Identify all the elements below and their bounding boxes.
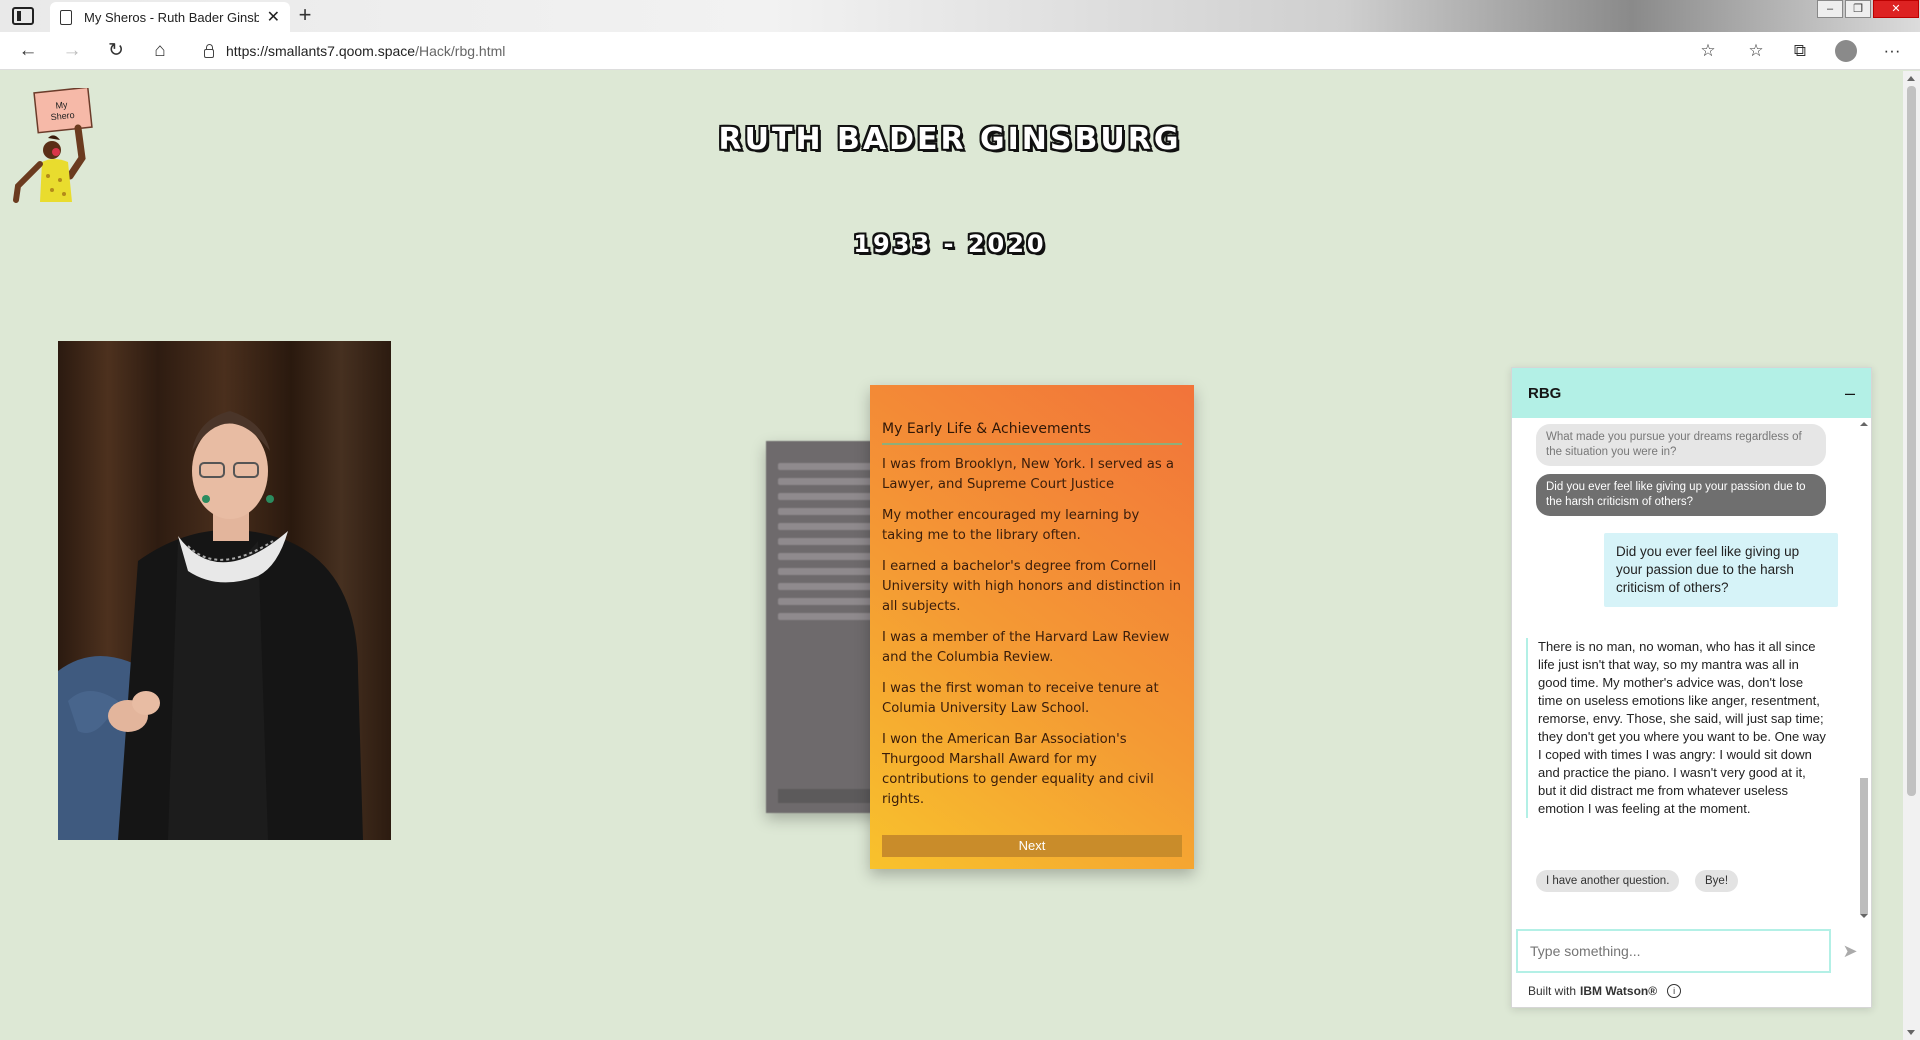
- window-controls: – ❐ ✕: [1816, 0, 1920, 18]
- card-paragraph: I won the American Bar Association's Thu…: [882, 732, 1154, 807]
- tab-close-icon[interactable]: ✕: [267, 7, 280, 27]
- tab-title: My Sheros - Ruth Bader Ginsburg: [84, 9, 259, 25]
- minimize-window-button[interactable]: –: [1817, 0, 1843, 18]
- footer-brand: IBM Watson®: [1580, 984, 1658, 998]
- card-title: My Early Life & Achievements: [882, 419, 1182, 445]
- scroll-thumb[interactable]: [1907, 86, 1916, 796]
- page-icon: [60, 9, 72, 25]
- close-window-button[interactable]: ✕: [1873, 0, 1919, 18]
- more-menu-icon[interactable]: ···: [1880, 40, 1904, 62]
- question-option[interactable]: What made you pursue your dreams regardl…: [1536, 424, 1826, 466]
- card-paragraph: My mother encouraged my learning by taki…: [882, 508, 1140, 543]
- restore-window-button[interactable]: ❐: [1845, 0, 1871, 18]
- chat-scrollbar[interactable]: [1857, 418, 1871, 918]
- card-paragraph: I was from Brooklyn, New York. I served …: [882, 457, 1175, 492]
- scroll-up-arrow[interactable]: [1907, 76, 1915, 81]
- chat-input[interactable]: [1516, 929, 1831, 973]
- bye-button[interactable]: Bye!: [1695, 870, 1739, 892]
- back-button[interactable]: ←: [16, 40, 40, 62]
- minimize-chat-icon[interactable]: –: [1845, 383, 1855, 404]
- my-sheros-logo[interactable]: My Shero: [12, 88, 96, 206]
- lock-icon[interactable]: [204, 43, 214, 58]
- life-years: 1933 - 2020: [853, 230, 1047, 258]
- card-paragraph: I was a member of the Harvard Law Review…: [882, 630, 1170, 665]
- chat-footer: Built with IBM Watson® i: [1528, 984, 1682, 998]
- scroll-down-arrow[interactable]: [1907, 1030, 1915, 1035]
- add-favorite-icon[interactable]: ☆: [1696, 40, 1720, 62]
- send-icon[interactable]: ➤: [1831, 941, 1869, 962]
- page-title: RUTH BADER GINSBURG: [718, 122, 1182, 157]
- reload-button[interactable]: ↻: [104, 40, 128, 62]
- chat-scroll-up-arrow[interactable]: [1860, 422, 1868, 426]
- chat-header: RBG –: [1512, 368, 1871, 418]
- page-scrollbar[interactable]: [1903, 71, 1920, 1040]
- card-paragraph: I earned a bachelor's degree from Cornel…: [882, 559, 1181, 614]
- browser-titlebar: My Sheros - Ruth Bader Ginsburg ✕ + – ❐ …: [0, 0, 1920, 32]
- info-icon[interactable]: i: [1667, 984, 1682, 998]
- user-message: Did you ever feel like giving up your pa…: [1604, 533, 1838, 607]
- home-button[interactable]: ⌂: [148, 40, 172, 62]
- url-path: /Hack/rbg.html: [415, 43, 506, 59]
- card-paragraph: I was the first woman to receive tenure …: [882, 681, 1159, 716]
- browser-tab[interactable]: My Sheros - Ruth Bader Ginsburg ✕: [50, 2, 290, 32]
- chat-messages: What made you pursue your dreams regardl…: [1512, 418, 1857, 918]
- favorites-icon[interactable]: ☆: [1744, 40, 1768, 62]
- tab-actions-icon[interactable]: [12, 7, 34, 25]
- collections-icon[interactable]: ⧉: [1788, 40, 1812, 62]
- another-question-button[interactable]: I have another question.: [1536, 870, 1680, 892]
- chat-scroll-down-arrow[interactable]: [1860, 914, 1868, 918]
- address-bar[interactable]: https://smallants7.qoom.space /Hack/rbg.…: [190, 36, 1690, 66]
- question-option-selected[interactable]: Did you ever feel like giving up your pa…: [1536, 474, 1826, 516]
- chat-input-area: ➤: [1512, 926, 1871, 976]
- logo-sign-line1: My: [55, 99, 68, 110]
- profile-avatar-icon[interactable]: [1835, 40, 1857, 62]
- watson-chat-widget: RBG – What made you pursue your dreams r…: [1511, 367, 1872, 1008]
- rbg-portrait-image: [58, 341, 391, 840]
- early-life-card: My Early Life & Achievements I was from …: [870, 385, 1194, 869]
- next-button[interactable]: Next: [882, 835, 1182, 857]
- bot-message: There is no man, no woman, who has it al…: [1526, 638, 1826, 818]
- browser-navbar: ← → ↻ ⌂ https://smallants7.qoom.space /H…: [0, 32, 1920, 70]
- chat-scroll-thumb[interactable]: [1860, 778, 1868, 914]
- footer-prefix: Built with: [1528, 984, 1577, 998]
- url-host: https://smallants7.qoom.space: [226, 43, 416, 59]
- new-tab-button[interactable]: +: [290, 2, 320, 30]
- forward-button[interactable]: →: [60, 40, 84, 62]
- chat-title: RBG: [1528, 384, 1562, 402]
